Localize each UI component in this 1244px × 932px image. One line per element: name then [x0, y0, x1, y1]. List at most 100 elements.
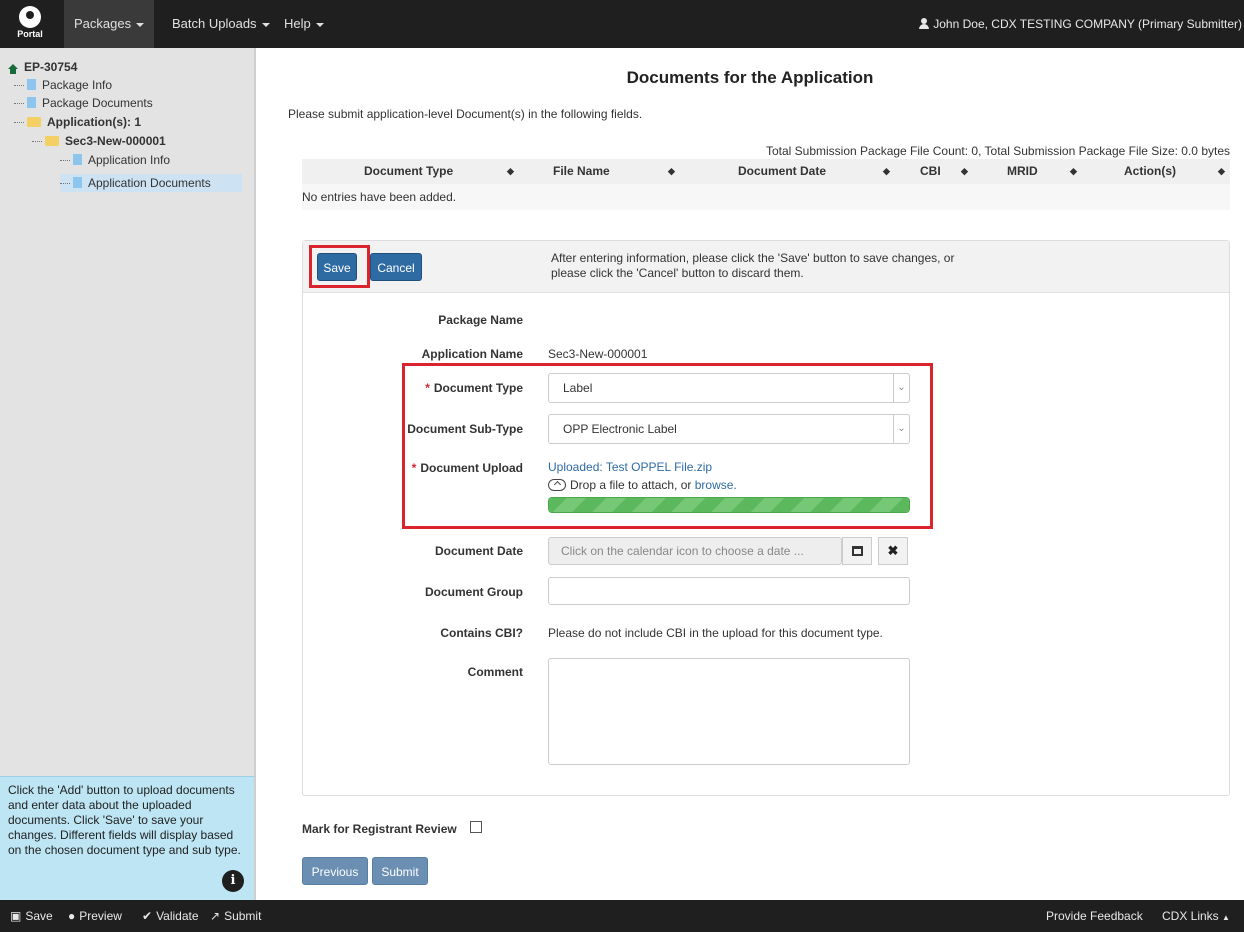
checkmark-icon: ✔ — [142, 909, 153, 923]
tree-item-application-documents[interactable]: Application Documents — [60, 174, 242, 192]
document-group-input[interactable] — [548, 577, 910, 605]
document-icon — [73, 177, 82, 188]
menu-batch-uploads[interactable]: Batch Uploads — [162, 0, 280, 48]
user-icon — [919, 18, 930, 29]
camera-icon: ● — [68, 909, 76, 923]
tree-item-package-documents[interactable]: Package Documents — [14, 94, 153, 112]
empty-table-message: No entries have been added. — [302, 184, 1230, 210]
provide-feedback-link[interactable]: Provide Feedback — [1046, 900, 1143, 932]
sort-icon[interactable]: ◆ — [668, 159, 675, 184]
tree-connector — [14, 122, 24, 124]
documents-table-header: Document Type ◆ File Name ◆ Document Dat… — [302, 159, 1230, 184]
tree-item-applications[interactable]: Application(s): 1 — [14, 113, 141, 131]
document-date-label: Document Date — [434, 544, 523, 558]
comment-label: Comment — [467, 665, 523, 679]
tree-connector — [14, 85, 24, 87]
document-date-input[interactable]: Click on the calendar icon to choose a d… — [548, 537, 842, 565]
bottom-validate[interactable]: ✔ Validate — [142, 900, 199, 932]
caret-down-icon — [136, 22, 145, 27]
portal-logo[interactable]: Portal — [10, 6, 50, 44]
home-icon — [8, 64, 18, 74]
cancel-button[interactable]: Cancel — [370, 253, 422, 281]
menu-packages-label: Packages — [74, 16, 132, 31]
help-panel: Click the 'Add' button to upload documen… — [0, 776, 254, 900]
top-navbar: Portal Packages Batch Uploads Help John … — [0, 0, 1244, 48]
column-document-date[interactable]: Document Date — [738, 159, 826, 184]
comment-textarea[interactable] — [548, 658, 910, 765]
submit-button[interactable]: Submit — [372, 857, 428, 885]
close-icon: ✖ — [887, 543, 899, 558]
tree-connector — [60, 183, 70, 185]
column-actions[interactable]: Action(s) — [1124, 159, 1176, 184]
form-toolbar: Save Cancel After entering information, … — [303, 241, 1229, 293]
application-name-label: Application Name — [421, 347, 523, 361]
sort-icon[interactable]: ◆ — [507, 159, 514, 184]
sort-icon[interactable]: ◆ — [883, 159, 890, 184]
bottom-toolbar: ▣ Save ● Preview ✔ Validate ↗ Submit Provide… — [0, 900, 1244, 932]
column-cbi[interactable]: CBI — [920, 159, 941, 184]
bottom-preview[interactable]: ● Preview — [68, 900, 122, 932]
portal-logo-icon — [19, 6, 41, 28]
document-icon — [73, 154, 82, 165]
caret-up-icon: ▲ — [1222, 913, 1230, 922]
folder-icon — [27, 117, 41, 127]
menu-help-label: Help — [284, 16, 311, 31]
tree-root[interactable]: EP-30754 — [8, 58, 77, 76]
tree-item-label: Application Info — [88, 153, 171, 167]
folder-icon — [45, 136, 59, 146]
info-icon[interactable]: i — [222, 870, 244, 892]
tree-connector — [32, 141, 42, 143]
bottom-preview-label: Preview — [79, 909, 122, 923]
tree-root-label: EP-30754 — [24, 60, 78, 74]
tree-item-application[interactable]: Sec3-New-000001 — [32, 132, 166, 150]
bottom-save[interactable]: ▣ Save — [10, 900, 53, 932]
previous-button[interactable]: Previous — [302, 857, 368, 885]
bottom-submit[interactable]: ↗ Submit — [210, 900, 261, 932]
document-form-panel: Save Cancel After entering information, … — [302, 240, 1230, 796]
contains-cbi-text: Please do not include CBI in the upload … — [548, 626, 883, 640]
menu-batch-uploads-label: Batch Uploads — [172, 16, 257, 31]
column-document-type[interactable]: Document Type — [364, 159, 453, 184]
package-name-label: Package Name — [438, 313, 523, 327]
cdx-links-menu[interactable]: CDX Links ▲ — [1162, 900, 1230, 932]
bottom-submit-label: Submit — [224, 909, 262, 923]
document-icon — [27, 97, 36, 108]
cdx-links-label: CDX Links — [1162, 909, 1219, 923]
tree-item-label: Sec3-New-000001 — [65, 134, 166, 148]
column-label: Document Date — [738, 164, 827, 178]
column-file-name[interactable]: File Name — [553, 159, 610, 184]
tree-item-label: Package Info — [42, 78, 113, 92]
calendar-button[interactable] — [842, 537, 872, 565]
portal-logo-text: Portal — [17, 29, 43, 39]
document-icon — [27, 79, 36, 90]
user-menu[interactable]: John Doe, CDX TESTING COMPANY (Primary S… — [919, 0, 1244, 48]
tree-connector — [60, 160, 70, 162]
save-highlight-box — [309, 245, 370, 288]
tree-item-application-info[interactable]: Application Info — [60, 151, 170, 169]
tree-connector — [14, 103, 24, 105]
document-fields-highlight-box — [402, 363, 933, 529]
package-totals: Total Submission Package File Count: 0, … — [765, 144, 1230, 158]
mark-review-label: Mark for Registrant Review — [302, 822, 457, 836]
application-name-value: Sec3-New-000001 — [548, 347, 648, 361]
tree-item-package-info[interactable]: Package Info — [14, 76, 112, 94]
column-mrid[interactable]: MRID — [1007, 159, 1038, 184]
document-group-label: Document Group — [425, 585, 523, 599]
intro-text: Please submit application-level Document… — [288, 107, 643, 121]
sort-icon[interactable]: ◆ — [961, 159, 968, 184]
tree-item-label: Application Documents — [88, 176, 211, 190]
sort-icon[interactable]: ◆ — [1070, 159, 1077, 184]
mark-review-checkbox[interactable] — [470, 821, 482, 833]
bottom-save-label: Save — [25, 909, 53, 923]
menu-packages[interactable]: Packages — [64, 0, 155, 48]
menu-help[interactable]: Help — [274, 0, 334, 48]
column-label: Document Type — [364, 164, 454, 178]
sort-icon[interactable]: ◆ — [1218, 159, 1225, 184]
page-title: Documents for the Application — [626, 68, 874, 87]
toolbar-message-line2: please click the 'Cancel' button to disc… — [551, 266, 804, 280]
user-name: John Doe, CDX TESTING COMPANY (Primary S… — [933, 17, 1242, 31]
clear-date-button[interactable]: ✖ — [878, 537, 908, 565]
column-label: File Name — [553, 164, 610, 178]
calendar-icon — [851, 546, 863, 556]
main-content: Documents for the Application Please sub… — [256, 48, 1244, 900]
